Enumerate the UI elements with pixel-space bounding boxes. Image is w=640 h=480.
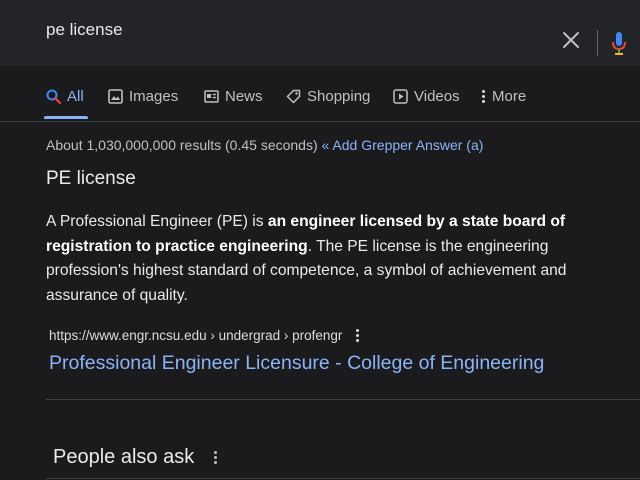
add-grepper-answer-link[interactable]: « Add Grepper Answer (a) <box>322 137 484 153</box>
tab-more[interactable]: More <box>482 88 526 105</box>
tab-images[interactable]: Images <box>108 88 178 105</box>
clear-icon[interactable] <box>561 30 581 50</box>
result-stats: About 1,030,000,000 results (0.45 second… <box>46 137 483 153</box>
featured-snippet-text: A Professional Engineer (PE) is an engin… <box>46 210 606 308</box>
more-vert-icon[interactable] <box>356 327 360 344</box>
result-breadcrumb: https://www.engr.ncsu.edu › undergrad › … <box>49 328 343 343</box>
search-divider <box>597 30 598 56</box>
news-icon <box>204 90 219 103</box>
microphone-icon[interactable] <box>610 31 628 57</box>
play-icon <box>393 89 408 104</box>
tab-label: News <box>225 88 263 105</box>
active-tab-indicator <box>44 116 88 119</box>
more-vert-icon[interactable] <box>214 449 218 466</box>
more-vert-icon <box>482 88 486 105</box>
section-divider <box>46 399 640 400</box>
search-bar[interactable]: pe license <box>0 0 640 66</box>
tab-label: More <box>492 88 527 105</box>
result-url: https://www.engr.ncsu.edu › undergrad › … <box>49 327 360 344</box>
search-results-page: pe license All Images News Shopping Vide… <box>0 0 640 480</box>
tab-videos[interactable]: Videos <box>393 88 460 105</box>
result-count: About 1,030,000,000 results (0.45 second… <box>46 137 318 153</box>
section-divider <box>46 478 640 479</box>
tab-label: Shopping <box>307 88 371 105</box>
snippet-text-intro: A Professional Engineer (PE) is <box>46 213 268 230</box>
result-title-link[interactable]: Professional Engineer Licensure - Colleg… <box>49 352 544 375</box>
search-tabs: All Images News Shopping Videos More <box>0 78 640 120</box>
tabs-divider <box>0 121 640 122</box>
image-icon <box>108 89 123 104</box>
people-also-ask-label: People also ask <box>53 446 195 468</box>
tab-news[interactable]: News <box>204 88 263 105</box>
tab-label: Videos <box>414 88 460 105</box>
tab-label: All <box>67 88 84 105</box>
tab-shopping[interactable]: Shopping <box>286 88 370 105</box>
tag-icon <box>286 89 301 104</box>
tab-label: Images <box>129 88 179 105</box>
tab-all[interactable]: All <box>46 88 84 105</box>
search-icon <box>46 89 61 104</box>
people-also-ask-header: People also ask <box>53 446 218 469</box>
search-input[interactable]: pe license <box>46 20 123 40</box>
featured-snippet-title: PE license <box>46 168 136 189</box>
